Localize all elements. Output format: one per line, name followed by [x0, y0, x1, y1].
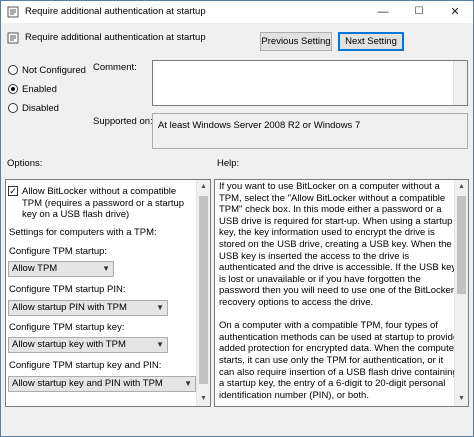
help-text: If you want to use BitLocker on a comput…	[219, 181, 459, 401]
radio-indicator[interactable]	[8, 65, 18, 75]
radio-indicator[interactable]	[8, 103, 18, 113]
chevron-down-icon: ▼	[184, 379, 192, 388]
tpm-pin-value: Allow startup PIN with TPM	[12, 302, 127, 313]
scroll-down-arrow-icon[interactable]: ▼	[197, 392, 210, 406]
allow-without-tpm-label: Allow BitLocker without a compatible TPM…	[22, 186, 185, 220]
help-label: Help:	[217, 158, 240, 169]
minimize-button[interactable]: —	[365, 1, 401, 23]
tpm-startup-dropdown[interactable]: Allow TPM ▼	[8, 261, 114, 277]
radio-enabled[interactable]: Enabled	[8, 83, 57, 95]
tpm-key-pin-label: Configure TPM startup key and PIN:	[9, 360, 162, 371]
supported-on-label: Supported on:	[93, 116, 153, 127]
radio-label: Disabled	[22, 102, 59, 114]
policy-dialog-window: Require additional authentication at sta…	[0, 0, 474, 437]
radio-not-configured[interactable]: Not Configured	[8, 64, 86, 76]
options-scrollbar[interactable]: ▲ ▼	[196, 180, 210, 406]
chevron-down-icon: ▼	[156, 303, 164, 312]
scroll-thumb[interactable]	[199, 196, 208, 384]
options-pane: ✓ Allow BitLocker without a compatible T…	[5, 179, 211, 407]
supported-on-field: At least Windows Server 2008 R2 or Windo…	[152, 113, 468, 149]
policy-settings-icon	[7, 6, 19, 18]
tpm-pin-dropdown[interactable]: Allow startup PIN with TPM ▼	[8, 300, 168, 316]
window-title: Require additional authentication at sta…	[25, 6, 206, 17]
chevron-down-icon: ▼	[102, 264, 110, 273]
tpm-startup-value: Allow TPM	[12, 263, 58, 274]
tpm-startup-label: Configure TPM startup:	[9, 246, 108, 257]
tpm-key-pin-value: Allow startup key and PIN with TPM	[12, 378, 163, 389]
comment-textbox[interactable]	[152, 60, 468, 106]
scroll-down-arrow-icon[interactable]: ▼	[455, 392, 468, 406]
supported-on-value: At least Windows Server 2008 R2 or Windo…	[158, 120, 361, 131]
tpm-key-pin-dropdown[interactable]: Allow startup key and PIN with TPM ▼	[8, 376, 196, 392]
close-button[interactable]: ✕	[437, 1, 473, 23]
setting-title: Require additional authentication at sta…	[25, 32, 206, 43]
radio-disabled[interactable]: Disabled	[8, 102, 59, 114]
title-bar[interactable]: Require additional authentication at sta…	[1, 1, 473, 23]
radio-label: Not Configured	[22, 64, 86, 76]
comment-label: Comment:	[93, 62, 137, 73]
tpm-key-value: Allow startup key with TPM	[12, 339, 126, 350]
policy-settings-icon	[7, 32, 19, 44]
tpm-key-dropdown[interactable]: Allow startup key with TPM ▼	[8, 337, 168, 353]
previous-setting-button[interactable]: Previous Setting	[260, 32, 332, 51]
radio-label: Enabled	[22, 83, 57, 95]
scroll-thumb[interactable]	[457, 196, 466, 294]
help-pane: If you want to use BitLocker on a comput…	[214, 179, 469, 407]
help-scrollbar[interactable]: ▲ ▼	[454, 180, 468, 406]
tpm-pin-label: Configure TPM startup PIN:	[9, 284, 126, 295]
scroll-up-arrow-icon[interactable]: ▲	[455, 180, 468, 194]
allow-without-tpm-checkbox-row[interactable]: ✓ Allow BitLocker without a compatible T…	[8, 186, 196, 221]
radio-indicator[interactable]	[8, 84, 18, 94]
tpm-key-label: Configure TPM startup key:	[9, 322, 125, 333]
options-label: Options:	[7, 158, 43, 169]
allow-without-tpm-checkbox[interactable]: ✓	[8, 186, 18, 196]
next-setting-button[interactable]: Next Setting	[338, 32, 404, 51]
tpm-settings-heading: Settings for computers with a TPM:	[9, 227, 157, 238]
comment-scrollbar[interactable]	[453, 61, 467, 105]
maximize-button[interactable]: ☐	[401, 1, 437, 23]
scroll-up-arrow-icon[interactable]: ▲	[197, 180, 210, 194]
chevron-down-icon: ▼	[156, 340, 164, 349]
